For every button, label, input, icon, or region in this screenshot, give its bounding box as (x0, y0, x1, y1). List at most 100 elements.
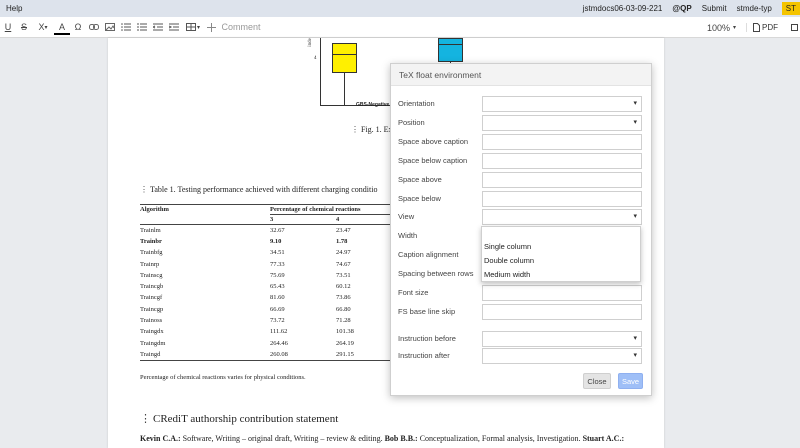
fs-base-line-skip-input[interactable] (482, 303, 642, 320)
table-row: Trainscg 75.69 73.51 (140, 270, 400, 281)
orientation-select[interactable] (482, 95, 642, 112)
value-cell: 32.67 (270, 226, 285, 234)
boxplot-median (333, 54, 356, 55)
font-size-row: Font size (398, 284, 643, 301)
plot-y-label: inde (307, 38, 313, 47)
value-cell: 111.62 (270, 328, 288, 336)
image-icon[interactable] (102, 17, 118, 38)
instruction-before-select[interactable] (482, 330, 642, 347)
plot-y-tick: 4 (314, 56, 317, 61)
space-above-caption-input[interactable] (482, 133, 642, 150)
table-row: Traingd 260.08 291.15 (140, 349, 400, 361)
menubar: Help jstmdocs06-03-09-221 @QP Submit stm… (0, 0, 800, 17)
boxplot-median (439, 44, 462, 45)
tex-float-dialog: TeX float environment Orientation Positi… (390, 63, 652, 396)
save-button[interactable]: Save (618, 373, 643, 389)
fs-base-line-skip-row: FS base line skip (398, 303, 643, 320)
instruction-before-label: Instruction before (398, 334, 456, 343)
text-color-button[interactable]: A (54, 21, 70, 35)
user-handle[interactable]: @QP (672, 4, 691, 13)
results-table: Algorithm Percentage of chemical reactio… (140, 204, 400, 361)
table-header (140, 215, 270, 225)
table-row: Traincgf 81.60 73.86 (140, 292, 400, 303)
figure-caption-text: Fig. 1. Ex (361, 125, 393, 134)
algorithm-cell: Traingd (140, 350, 161, 358)
author-roles: Software, Writing – original draft, Writ… (180, 434, 385, 443)
author-name: Kevin C.A.: (140, 434, 181, 443)
view-option-double-column[interactable]: Double column (482, 253, 640, 267)
author-roles: Conceptualization, Formal analysis, Inve… (417, 434, 583, 443)
user-badge[interactable]: ST (781, 2, 800, 15)
algorithm-cell: Trainoss (140, 317, 163, 325)
view-option-single-column[interactable]: Single column (482, 239, 640, 253)
algorithm-cell: Trainscg (140, 271, 163, 279)
drag-handle-icon[interactable]: ⋮ (140, 413, 151, 425)
table-body: Trainlm 32.67 23.47 Trainbr 9.10 1.78 Trainbfg… (140, 225, 400, 361)
template-name[interactable]: stmde-typ (737, 4, 772, 13)
toolbar-right: 100% ▾ PDF (707, 17, 800, 38)
boxplot-box-blue (438, 38, 463, 62)
drag-handle-icon[interactable]: ⋮ (140, 185, 148, 194)
algorithm-cell: Trainbfg (140, 249, 163, 257)
comment-button[interactable]: Comment (218, 17, 264, 38)
view-option-medium-width[interactable]: Medium width (482, 267, 640, 281)
author-name: Stuart A.C.: (582, 434, 625, 443)
numbered-list-icon[interactable] (134, 17, 150, 38)
value-cell: 81.60 (270, 294, 285, 302)
instruction-before-row: Instruction before (398, 330, 643, 347)
space-above-caption-row: Space above caption (398, 133, 643, 150)
space-above-caption-label: Space above caption (398, 137, 469, 146)
space-below-input[interactable] (482, 190, 642, 207)
fs-base-line-skip-label: FS base line skip (398, 307, 456, 316)
view-select[interactable] (482, 208, 642, 225)
author-name: Bob B.B.: (384, 434, 418, 443)
table-row: Traincgb 65.43 60.12 (140, 281, 400, 292)
position-row: Position (398, 114, 643, 131)
table-insert-button[interactable]: ▾ (182, 17, 204, 38)
link-icon[interactable] (86, 17, 102, 38)
pdf-button[interactable]: PDF (746, 23, 778, 32)
instruction-after-row: Instruction after (398, 347, 643, 364)
special-character-button[interactable]: Ω (70, 17, 86, 38)
bulleted-list-icon[interactable] (118, 17, 134, 38)
more-icon[interactable] (788, 17, 800, 38)
space-above-row: Space above (398, 171, 643, 188)
chevron-down-icon: ▾ (732, 25, 736, 31)
help-menu[interactable]: Help (6, 4, 22, 13)
algorithm-cell: Traincgb (140, 283, 164, 291)
space-below-label: Space below (398, 194, 441, 203)
algorithm-cell: Traincgf (140, 294, 163, 302)
indent-icon[interactable] (166, 17, 182, 38)
zoom-select[interactable]: 100% ▾ (707, 17, 736, 38)
space-below-caption-row: Space below caption (398, 152, 643, 169)
position-label: Position (398, 118, 425, 127)
drag-handle-icon[interactable]: ⋮ (351, 125, 359, 134)
document-icon (753, 23, 760, 32)
space-below-row: Space below (398, 190, 643, 207)
outdent-icon[interactable] (150, 17, 166, 38)
font-size-input[interactable] (482, 284, 642, 301)
pdf-label: PDF (762, 23, 778, 32)
space-below-caption-input[interactable] (482, 152, 642, 169)
submit-button[interactable]: Submit (702, 4, 727, 13)
strikethrough-button[interactable]: S (16, 17, 32, 38)
orientation-label: Orientation (398, 99, 435, 108)
value-cell: 264.46 (270, 339, 288, 347)
table-caption-text: Table 1. Testing performance achieved wi… (150, 185, 378, 194)
space-above-input[interactable] (482, 171, 642, 188)
view-dropdown-menu: Single column Double column Medium width (481, 226, 641, 282)
table-row: Trainlm 32.67 23.47 (140, 225, 400, 236)
credit-paragraph: Kevin C.A.: Software, Writing – original… (140, 434, 624, 443)
dialog-title: TeX float environment (391, 64, 651, 86)
underline-button[interactable]: U (0, 17, 16, 38)
instruction-after-select[interactable] (482, 347, 642, 364)
move-icon[interactable] (204, 17, 218, 38)
caption-alignment-label: Caption alignment (398, 250, 459, 259)
position-select[interactable] (482, 114, 642, 131)
width-label: Width (398, 231, 418, 240)
space-above-label: Space above (398, 175, 442, 184)
table-row: Traingdm 264.46 264.19 (140, 337, 400, 348)
subscript-superscript-button[interactable]: X ▾ (32, 17, 54, 38)
menubar-right: jstmdocs06-03-09-221 @QP Submit stmde-ty… (583, 0, 800, 17)
close-button[interactable]: Close (583, 373, 611, 389)
